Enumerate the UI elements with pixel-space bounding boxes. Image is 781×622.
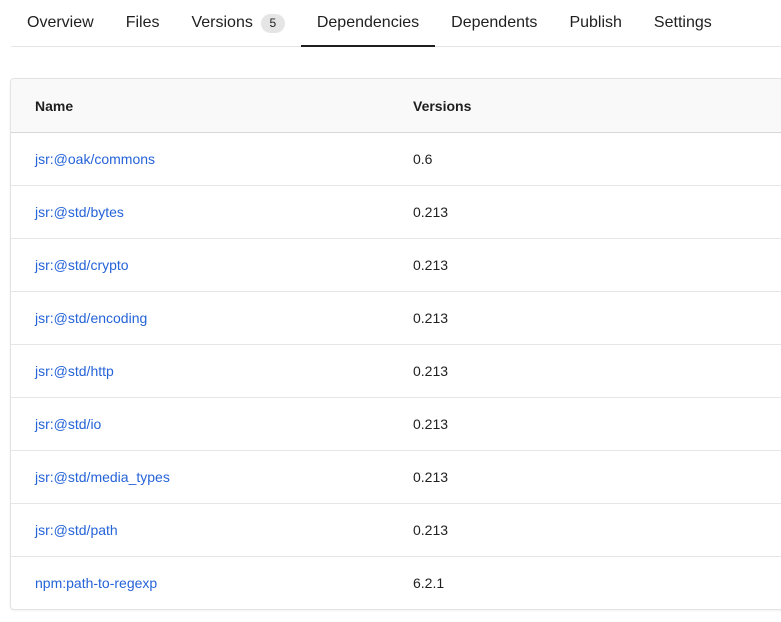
dependency-link[interactable]: jsr:@std/crypto xyxy=(35,257,129,273)
dependency-version: 0.213 xyxy=(389,450,781,504)
dependency-link[interactable]: jsr:@std/encoding xyxy=(35,310,147,326)
dependency-link[interactable]: jsr:@std/path xyxy=(35,522,118,538)
dependency-link[interactable]: jsr:@std/http xyxy=(35,363,114,379)
dependency-link[interactable]: jsr:@std/media_types xyxy=(35,469,170,485)
tab-publish[interactable]: Publish xyxy=(553,0,637,46)
tab-overview[interactable]: Overview xyxy=(11,0,110,46)
dependency-version: 0.213 xyxy=(389,344,781,398)
table-header-row: Name Versions xyxy=(11,79,781,133)
table-row: jsr:@oak/commons 0.6 xyxy=(11,132,781,186)
versions-count-badge: 5 xyxy=(260,13,285,33)
dependency-version: 0.213 xyxy=(389,185,781,239)
dependencies-table-card: Name Versions jsr:@oak/commons 0.6 jsr:@… xyxy=(10,78,781,610)
dependencies-table: Name Versions jsr:@oak/commons 0.6 jsr:@… xyxy=(11,79,781,609)
dependency-version: 0.213 xyxy=(389,503,781,557)
dependency-version: 6.2.1 xyxy=(413,575,445,591)
dependency-version: 0.6 xyxy=(389,132,781,186)
tab-label: Publish xyxy=(569,14,622,31)
dependency-link[interactable]: jsr:@std/bytes xyxy=(35,204,124,220)
tab-settings[interactable]: Settings xyxy=(638,0,728,46)
tab-files[interactable]: Files xyxy=(110,0,176,46)
tab-versions[interactable]: Versions 5 xyxy=(175,0,300,46)
tab-label: Versions xyxy=(191,14,253,31)
dependency-link[interactable]: npm:path-to-regexp xyxy=(35,575,157,591)
table-row: jsr:@std/bytes 0.213 xyxy=(11,185,781,239)
table-row: jsr:@std/crypto 0.213 xyxy=(11,238,781,292)
table-row: jsr:@std/path 0.213 xyxy=(11,503,781,557)
table-row: npm:path-to-regexp 6.2.1 xyxy=(11,557,781,610)
column-header-versions: Versions xyxy=(389,79,781,133)
dependency-link[interactable]: jsr:@oak/commons xyxy=(35,151,155,167)
tab-label: Dependencies xyxy=(316,14,420,31)
package-tab-bar: Overview Files Versions 5 Dependencies D… xyxy=(11,0,781,47)
table-row: jsr:@std/io 0.213 xyxy=(11,397,781,451)
tab-label: Settings xyxy=(653,14,712,31)
table-row: jsr:@std/encoding 0.213 xyxy=(11,291,781,345)
tab-label: Files xyxy=(125,14,160,31)
tab-label: Overview xyxy=(27,14,94,31)
tab-dependents[interactable]: Dependents xyxy=(435,0,553,46)
dependency-version: 0.213 xyxy=(389,238,781,292)
dependency-version: 0.213 xyxy=(389,291,781,345)
tab-dependencies[interactable]: Dependencies xyxy=(300,0,436,47)
column-header-name: Name xyxy=(11,79,389,133)
table-row: jsr:@std/http 0.213 xyxy=(11,344,781,398)
tab-label: Dependents xyxy=(451,14,538,31)
table-row: jsr:@std/media_types 0.213 xyxy=(11,450,781,504)
dependency-version: 0.213 xyxy=(389,397,781,451)
dependency-link[interactable]: jsr:@std/io xyxy=(35,416,101,432)
